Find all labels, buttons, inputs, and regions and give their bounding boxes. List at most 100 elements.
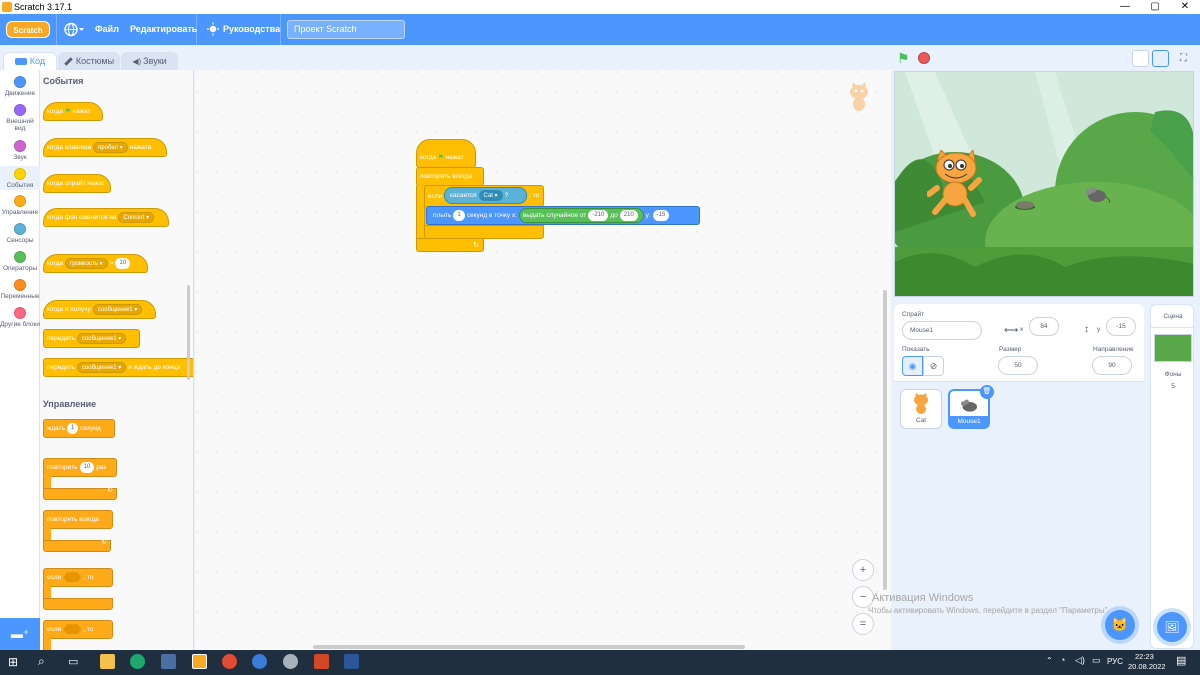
- direction-input[interactable]: 90: [1092, 356, 1132, 375]
- task-view-icon[interactable]: ▭: [68, 655, 78, 668]
- category-events[interactable]: События: [0, 166, 40, 190]
- category-operators[interactable]: Операторы: [0, 251, 40, 272]
- menu-file[interactable]: Файл: [95, 14, 119, 45]
- extension-button[interactable]: ▬⁺: [0, 618, 40, 650]
- category-sensing[interactable]: Сенсоры: [0, 223, 40, 244]
- backdrop-dropdown[interactable]: Concert ▾: [118, 211, 155, 223]
- category-myblocks[interactable]: Другие блоки: [0, 307, 40, 328]
- block-when-flag-clicked[interactable]: когда ⚑ нажат: [43, 102, 103, 121]
- sprite-thumb-mouse1[interactable]: Mouse1 🗑: [948, 385, 994, 429]
- tab-code[interactable]: Код: [3, 52, 57, 71]
- vertical-scrollbar[interactable]: [883, 290, 887, 590]
- message-dropdown[interactable]: сообщение1 ▾: [76, 332, 127, 344]
- file-explorer-icon[interactable]: [100, 654, 115, 669]
- stop-icon[interactable]: [918, 52, 930, 64]
- block-when-receive[interactable]: когда я получу сообщение1 ▾: [43, 300, 156, 319]
- y-position-input[interactable]: -15: [1106, 317, 1136, 336]
- block-glide-to-xy[interactable]: плыть 1 секунд в точку x: выдать случайное…: [426, 206, 700, 225]
- windows-start-icon[interactable]: ⊞: [8, 655, 18, 669]
- category-control[interactable]: Управление: [0, 195, 40, 216]
- normal-stage-icon[interactable]: [1152, 50, 1169, 67]
- minimize-button[interactable]: —: [1110, 0, 1140, 14]
- edge-browser-icon[interactable]: [130, 654, 145, 669]
- tray-network-icon[interactable]: ◔: [1060, 655, 1065, 665]
- stage-canvas[interactable]: [894, 71, 1194, 297]
- scratch-logo[interactable]: Scratch: [6, 21, 50, 38]
- tutorials-icon[interactable]: [207, 14, 219, 45]
- block-wait[interactable]: ждать 1 секунд: [43, 419, 115, 438]
- tab-sounds[interactable]: ◀) Звуки: [121, 52, 178, 70]
- stage-selector[interactable]: Сцена Фоны 5: [1150, 304, 1195, 649]
- block-when-backdrop-switches[interactable]: когда фон сменится на Concert ▾: [43, 208, 169, 227]
- notifications-icon[interactable]: ▤: [1176, 654, 1186, 667]
- script-area[interactable]: когда ⚑ нажат повторять всегда если каса…: [195, 70, 891, 650]
- tray-battery-icon[interactable]: ▭: [1092, 655, 1101, 666]
- loudness-value-input[interactable]: 10: [115, 257, 131, 269]
- mouse-sprite[interactable]: [1081, 186, 1111, 204]
- block-pick-random[interactable]: выдать случайное от -210 до 210: [518, 207, 644, 223]
- block-when-sprite-clicked[interactable]: когда спрайт нажат: [43, 174, 111, 193]
- script-forever[interactable]: повторять всегда: [416, 167, 484, 186]
- zoom-out-button[interactable]: −: [852, 586, 874, 608]
- glide-y-input[interactable]: -15: [652, 209, 670, 221]
- category-sound[interactable]: Звук: [0, 140, 40, 161]
- random-to-input[interactable]: 210: [619, 209, 638, 221]
- close-button[interactable]: ✕: [1170, 0, 1200, 14]
- condition-slot[interactable]: [63, 624, 82, 635]
- random-from-input[interactable]: -210: [588, 209, 609, 221]
- choose-backdrop-image-icon[interactable]: 🖼: [1157, 612, 1187, 642]
- tray-language[interactable]: РУС: [1107, 657, 1123, 666]
- script-hat-when-flag[interactable]: когда ⚑ нажат: [416, 139, 476, 168]
- delete-sprite-trash-icon[interactable]: 🗑: [980, 385, 994, 399]
- sprite-name-input[interactable]: Mouse1: [902, 321, 982, 340]
- hide-sprite-eye-slash-icon[interactable]: ⊘: [923, 356, 944, 376]
- calculator-icon[interactable]: [161, 654, 176, 669]
- zoom-reset-button[interactable]: =: [852, 613, 874, 635]
- tray-volume-icon[interactable]: ◁): [1075, 655, 1085, 666]
- size-input[interactable]: 50: [998, 356, 1038, 375]
- language-globe-icon[interactable]: [64, 14, 84, 45]
- tray-date[interactable]: 20.08.2022: [1128, 662, 1166, 671]
- tray-time[interactable]: 22:23: [1135, 652, 1154, 661]
- touching-dropdown[interactable]: Cat ▾: [478, 189, 503, 201]
- game-app-icon[interactable]: [252, 654, 267, 669]
- search-icon[interactable]: ⌕: [38, 654, 45, 669]
- block-broadcast-and-wait[interactable]: передать сообщение1 ▾ и ждать до конца: [43, 358, 193, 377]
- block-repeat[interactable]: повторить 10 раз: [43, 458, 117, 477]
- fullscreen-icon[interactable]: ⛶: [1175, 50, 1192, 67]
- horizontal-scrollbar[interactable]: [313, 645, 745, 649]
- menu-tutorials[interactable]: Руководства: [223, 14, 280, 45]
- block-touching[interactable]: касается Cat ▾?: [444, 187, 527, 204]
- key-dropdown[interactable]: пробел ▾: [93, 141, 128, 153]
- maximize-button[interactable]: ▢: [1140, 0, 1170, 14]
- condition-slot[interactable]: [63, 572, 82, 583]
- cat-sprite[interactable]: [927, 150, 987, 220]
- sprite-thumb-cat[interactable]: Cat: [900, 389, 942, 429]
- tray-chevron-up-icon[interactable]: ⌃: [1046, 656, 1053, 665]
- scratch-app-icon[interactable]: [192, 654, 207, 669]
- category-variables[interactable]: Переменные: [0, 279, 40, 300]
- powerpoint-icon[interactable]: [314, 654, 329, 669]
- green-flag-icon[interactable]: ⚑: [897, 50, 910, 67]
- palette-scrollbar[interactable]: [187, 285, 190, 380]
- utility-app-icon[interactable]: [283, 654, 298, 669]
- tab-costumes[interactable]: Костюмы: [58, 52, 120, 70]
- block-when-loudness[interactable]: когда громкость ▾ >10: [43, 254, 148, 273]
- zoom-in-button[interactable]: +: [852, 559, 874, 581]
- wait-seconds-input[interactable]: 1: [66, 422, 79, 434]
- menu-edit[interactable]: Редактировать: [130, 14, 197, 45]
- block-forever[interactable]: повторять всегда: [43, 510, 113, 529]
- project-title-input[interactable]: Проект Scratch: [287, 20, 405, 39]
- block-if-then[interactable]: если , то: [43, 568, 113, 587]
- message-dropdown[interactable]: сообщение1 ▾: [92, 303, 143, 315]
- category-looks[interactable]: Внешний вид: [0, 104, 40, 132]
- block-when-key-pressed[interactable]: когда клавиша пробел ▾ нажата: [43, 138, 167, 157]
- loudness-dropdown[interactable]: громкость ▾: [65, 257, 108, 269]
- message-dropdown[interactable]: сообщение1 ▾: [76, 361, 127, 373]
- category-motion[interactable]: Движение: [0, 76, 40, 97]
- glide-seconds-input[interactable]: 1: [453, 209, 465, 221]
- repeat-count-input[interactable]: 10: [79, 461, 95, 473]
- small-stage-icon[interactable]: [1132, 50, 1149, 67]
- word-icon[interactable]: [344, 654, 359, 669]
- chrome-browser-icon[interactable]: [222, 654, 237, 669]
